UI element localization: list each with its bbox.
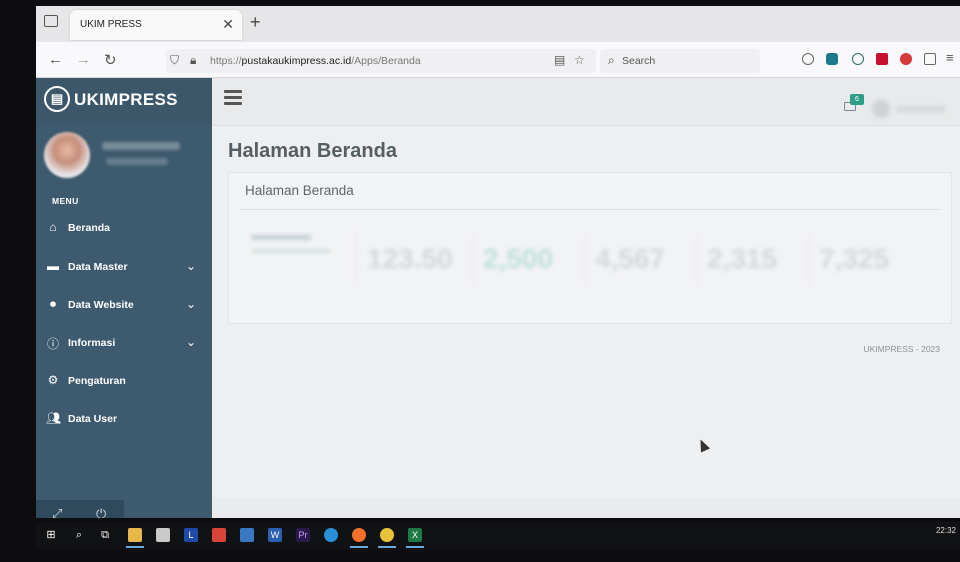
user-role <box>106 158 168 165</box>
screen: UKIM PRESS ✕ + ⌄ – ▫ ✕ ← → ↻ ⛉ 🔒︎ https:… <box>36 6 960 518</box>
windows-start-icon[interactable]: ⊞ <box>44 528 58 542</box>
browser-tab[interactable]: UKIM PRESS ✕ <box>70 10 242 40</box>
chevron-down-icon: ⌄ <box>185 259 196 273</box>
card-title: Halaman Beranda <box>245 183 354 198</box>
chevron-down-icon: ⌄ <box>185 297 196 311</box>
sidebar: ▤ UKIMPRESS MENU ⌂ Beranda ▬ Data Master… <box>36 78 212 518</box>
sidebar-item-pengaturan[interactable]: ⚙ Pengaturan <box>36 367 212 397</box>
stat-item <box>251 227 351 297</box>
chrome-icon[interactable] <box>380 528 394 542</box>
stat-value: 123.50 <box>367 243 453 274</box>
stat-value: 2,500 <box>483 243 554 274</box>
chevron-down-icon: ⌄ <box>185 335 196 349</box>
page-title: Halaman Beranda <box>228 140 397 162</box>
tab-close-icon[interactable]: ✕ <box>222 16 234 33</box>
url-bar[interactable]: ⛉ 🔒︎ https://pustakaukimpress.ac.id/Apps… <box>166 49 596 73</box>
sidebar-item-label: Data Master <box>68 261 128 273</box>
tab-title: UKIM PRESS <box>80 19 142 30</box>
excel-icon[interactable]: X <box>408 528 422 542</box>
reader-view-icon[interactable]: ▤ <box>554 53 565 67</box>
word-icon[interactable]: W <box>268 528 282 542</box>
sidebar-item-label: Data User <box>68 413 118 425</box>
menu-header: MENU <box>52 196 79 206</box>
user-name <box>102 142 180 150</box>
premiere-icon[interactable]: Pr <box>296 528 310 542</box>
dashboard-card: Halaman Beranda 123.50 2,500 4,567 2,315… <box>228 172 952 324</box>
avatar <box>872 100 890 118</box>
divider <box>239 209 941 210</box>
page-footer: UKIMPRESS - 2023 <box>863 344 940 354</box>
user-menu[interactable] <box>872 100 952 118</box>
sidebar-item-beranda[interactable]: ⌂ Beranda <box>36 214 212 244</box>
edge-icon[interactable] <box>324 528 338 542</box>
ublock-icon[interactable] <box>876 53 888 65</box>
hamburger-menu-icon[interactable] <box>224 90 242 105</box>
app-red-icon[interactable] <box>212 528 226 542</box>
book-logo-icon: ▤ <box>44 86 70 112</box>
mail-app-icon[interactable] <box>240 528 254 542</box>
browser-tab-bar: UKIM PRESS ✕ + ⌄ – ▫ ✕ <box>36 6 960 55</box>
mail-badge: 6 <box>850 94 864 105</box>
brand[interactable]: ▤ UKIMPRESS <box>36 78 212 124</box>
search-icon[interactable]: ⌕ <box>72 528 86 542</box>
app-l-icon[interactable]: L <box>184 528 198 542</box>
avatar <box>44 132 90 178</box>
app-topbar: 6 <box>212 78 960 126</box>
search-icon: ⌕ <box>608 53 615 67</box>
stat-item: 7,325 <box>819 227 931 297</box>
sidebar-item-label: Beranda <box>68 222 111 234</box>
firefox-icon[interactable] <box>352 528 366 542</box>
pocket-icon[interactable] <box>802 53 814 65</box>
sidebar-item-label: Pengaturan <box>68 375 126 387</box>
sidebar-item-data-website[interactable]: ⏺ Data Website ⌄ <box>36 291 212 321</box>
home-icon: ⌂ <box>49 220 57 234</box>
tab-list-icon[interactable] <box>44 15 58 27</box>
forward-icon[interactable]: → <box>76 51 91 68</box>
users-icon: 👥︎ <box>46 411 62 425</box>
system-clock: 22:32 <box>935 526 956 535</box>
store-icon[interactable] <box>156 528 170 542</box>
stats-row: 123.50 2,500 4,567 2,315 7,325 <box>241 227 941 297</box>
sidebar-footer: ⤢ ⏻ <box>36 500 124 518</box>
back-icon[interactable]: ← <box>48 51 63 68</box>
browser-nav-bar: ← → ↻ ⛉ 🔒︎ https://pustakaukimpress.ac.i… <box>36 42 960 78</box>
file-explorer-icon[interactable] <box>128 528 142 542</box>
extension-icon[interactable] <box>826 53 838 65</box>
main-content: Halaman Beranda Halaman Beranda 123.50 2… <box>212 126 960 498</box>
sidebar-item-informasi[interactable]: ⓘ Informasi ⌄ <box>36 329 212 359</box>
toggle-icon: ⏺ <box>49 297 56 311</box>
brand-name: UKIMPRESS <box>74 90 178 109</box>
extensions-puzzle-icon[interactable] <box>924 53 936 65</box>
extension-icon[interactable] <box>852 53 864 65</box>
sidebar-item-label: Data Website <box>68 299 134 311</box>
task-view-icon[interactable]: ⧉ <box>98 528 112 542</box>
os-taskbar: ⊞ ⌕ ⧉ L W Pr X 22:32 <box>36 522 960 550</box>
stat-value: 4,567 <box>595 243 666 274</box>
folder-icon: ▬ <box>47 259 59 273</box>
sidebar-item-label: Informasi <box>68 337 116 349</box>
sidebar-item-data-master[interactable]: ▬ Data Master ⌄ <box>36 253 212 283</box>
stat-value: 2,315 <box>707 243 778 274</box>
url-text: https://pustakaukimpress.ac.id/Apps/Bera… <box>210 55 421 67</box>
shield-icon[interactable]: ⛉ <box>170 53 179 68</box>
gear-icon: ⚙ <box>47 373 59 387</box>
new-tab-icon[interactable]: + <box>250 12 261 33</box>
app-menu-icon[interactable]: ≡ <box>946 50 954 65</box>
bookmark-star-icon[interactable]: ☆ <box>574 53 585 67</box>
lock-icon[interactable]: 🔒︎ <box>190 53 196 68</box>
user-name <box>896 106 946 112</box>
stat-item: 4,567 <box>595 227 707 297</box>
stat-item: 123.50 <box>367 227 479 297</box>
stat-value: 7,325 <box>819 243 890 274</box>
stat-item: 2,315 <box>707 227 819 297</box>
adblock-icon[interactable] <box>900 53 912 65</box>
fullscreen-icon[interactable]: ⤢ <box>52 506 62 518</box>
info-icon: ⓘ <box>46 337 59 351</box>
stat-item: 2,500 <box>483 227 595 297</box>
reload-icon[interactable]: ↻ <box>104 51 117 69</box>
search-placeholder: Search <box>622 55 656 67</box>
power-icon[interactable]: ⏻ <box>96 506 106 518</box>
search-input[interactable]: ⌕ Search <box>600 49 760 73</box>
sidebar-item-data-user[interactable]: 👥︎ Data User <box>36 405 212 435</box>
